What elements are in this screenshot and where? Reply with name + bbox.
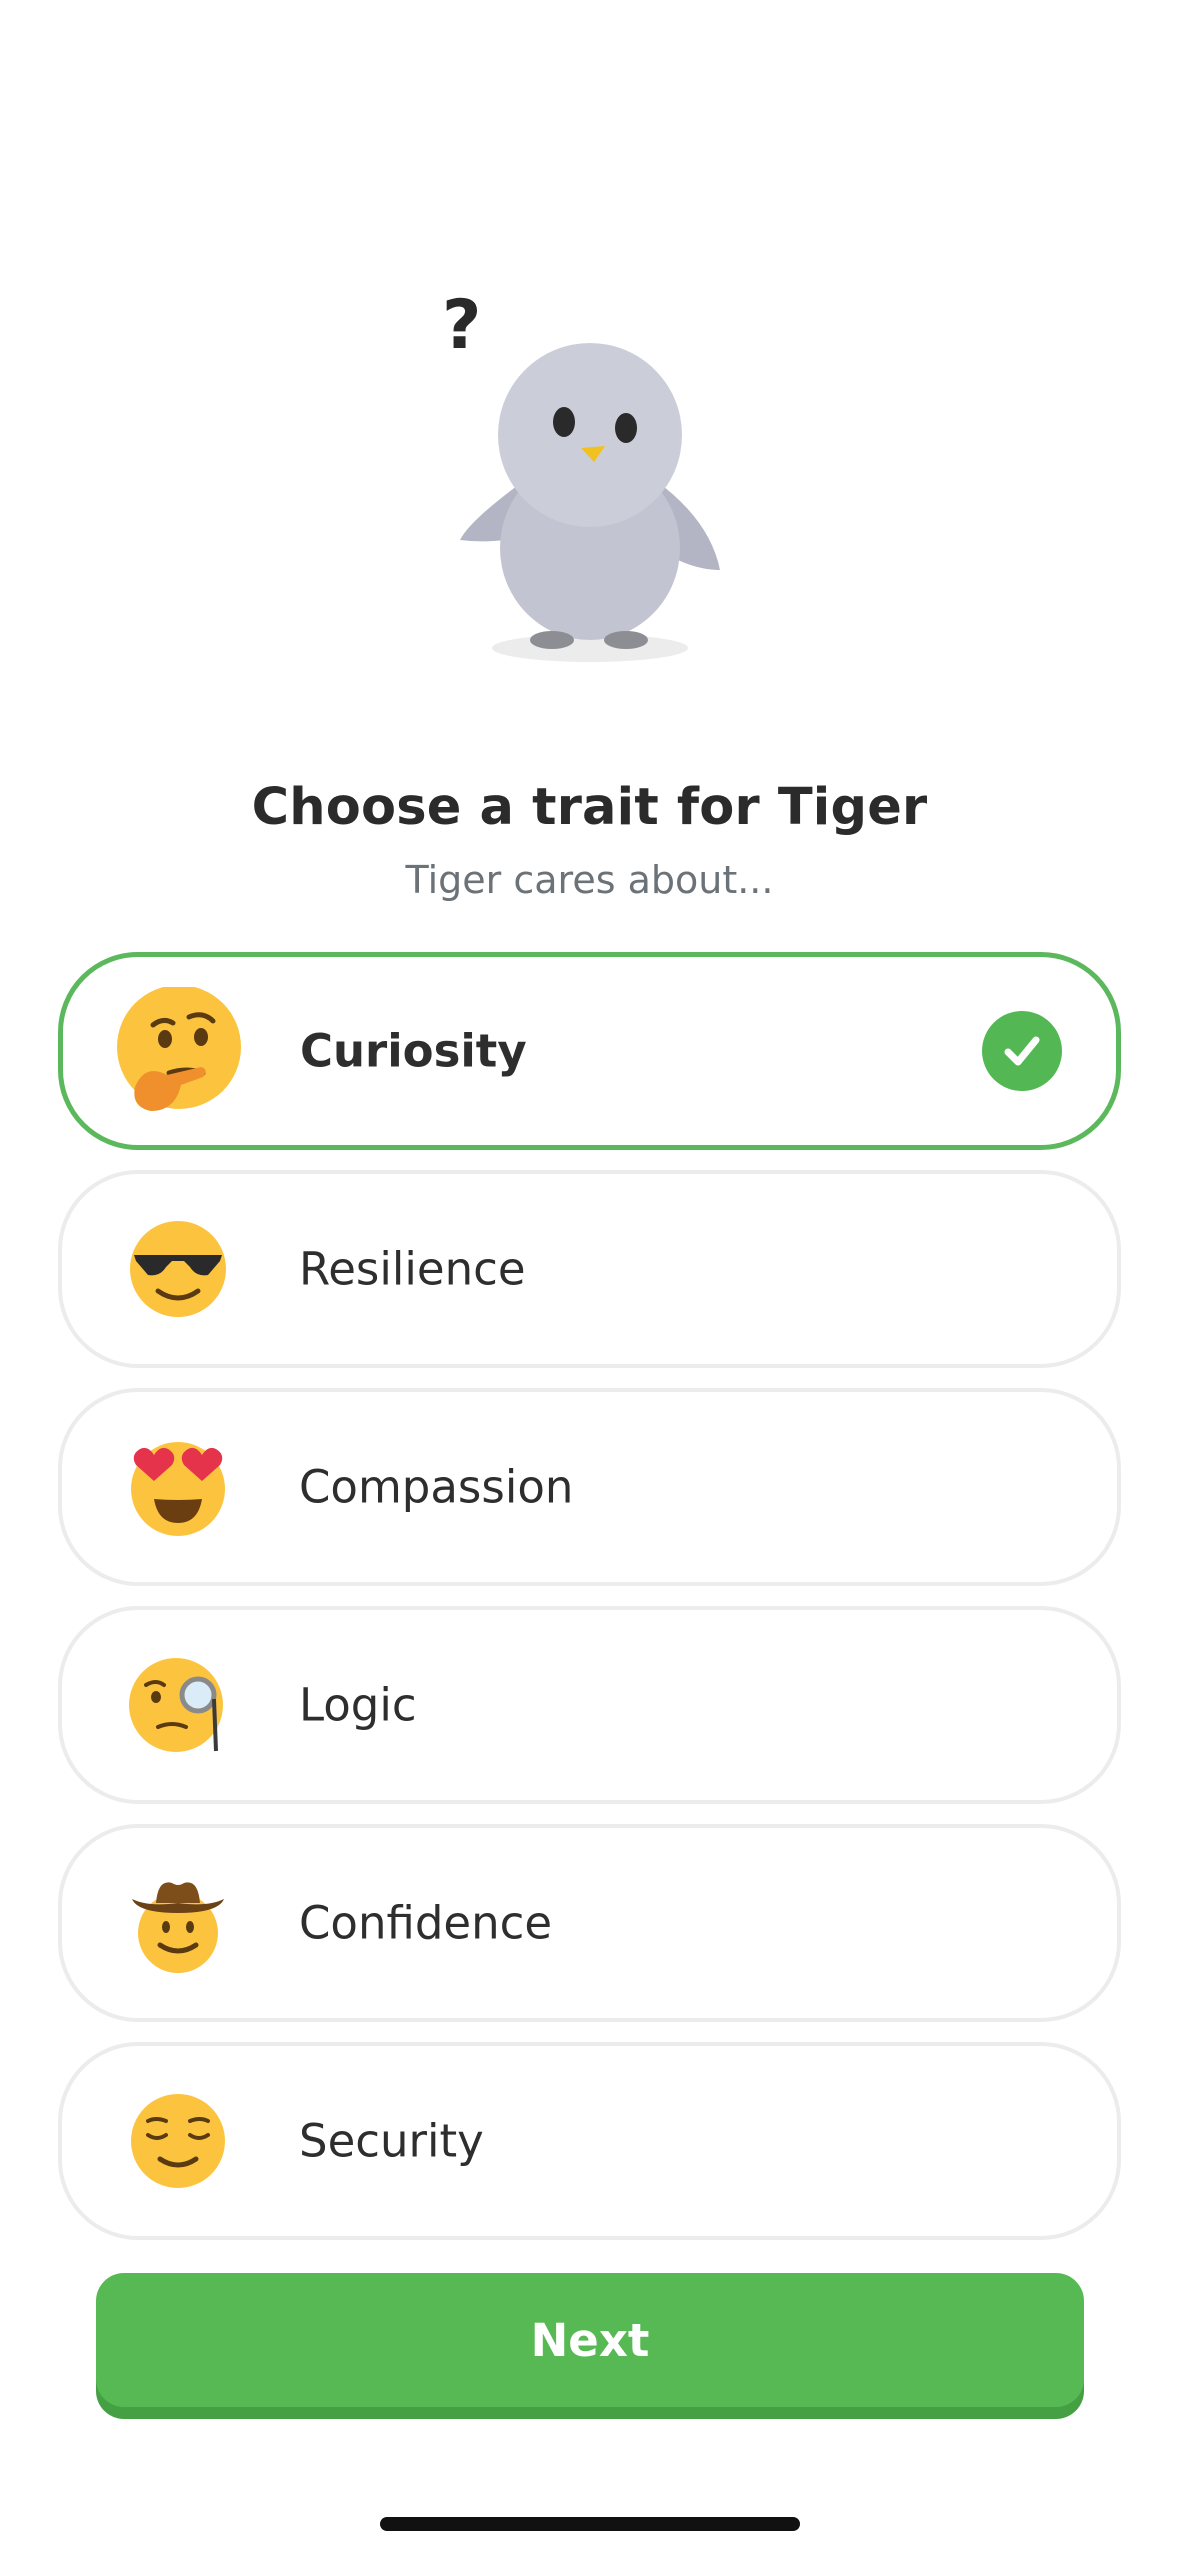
trait-option-resilience[interactable]: Resilience (58, 1170, 1121, 1368)
next-button[interactable]: Next (96, 2273, 1084, 2407)
trait-option-curiosity[interactable]: Curiosity (58, 952, 1121, 1150)
mascot-illustration: ? (0, 270, 1179, 690)
penguin-mascot-icon: ? (442, 286, 720, 662)
sunglasses-face-icon (114, 1205, 242, 1333)
relieved-face-icon (114, 2077, 242, 2205)
home-indicator[interactable] (380, 2517, 800, 2531)
question-mark: ? (442, 286, 481, 365)
monocle-face-icon (114, 1641, 242, 1769)
heart-eyes-face-icon (114, 1423, 242, 1551)
trait-option-compassion[interactable]: Compassion (58, 1388, 1121, 1586)
cowboy-face-icon (114, 1859, 242, 1987)
page-title: Choose a trait for Tiger (251, 778, 928, 837)
trait-option-logic[interactable]: Logic (58, 1606, 1121, 1804)
trait-option-confidence[interactable]: Confidence (58, 1824, 1121, 2022)
trait-label: Compassion (299, 1460, 574, 1514)
trait-options-list[interactable]: Curiosity Resilience Compassion Logic Co… (0, 952, 1179, 2240)
thinking-face-icon (115, 987, 243, 1115)
trait-option-security[interactable]: Security (58, 2042, 1121, 2240)
trait-label: Resilience (299, 1242, 526, 1296)
page-subtitle: Tiger cares about... (405, 858, 774, 902)
trait-label: Security (299, 2114, 484, 2168)
trait-label: Confidence (299, 1896, 553, 1950)
trait-label: Curiosity (300, 1024, 527, 1078)
trait-label: Logic (299, 1678, 417, 1732)
checkmark-icon (982, 1011, 1062, 1091)
